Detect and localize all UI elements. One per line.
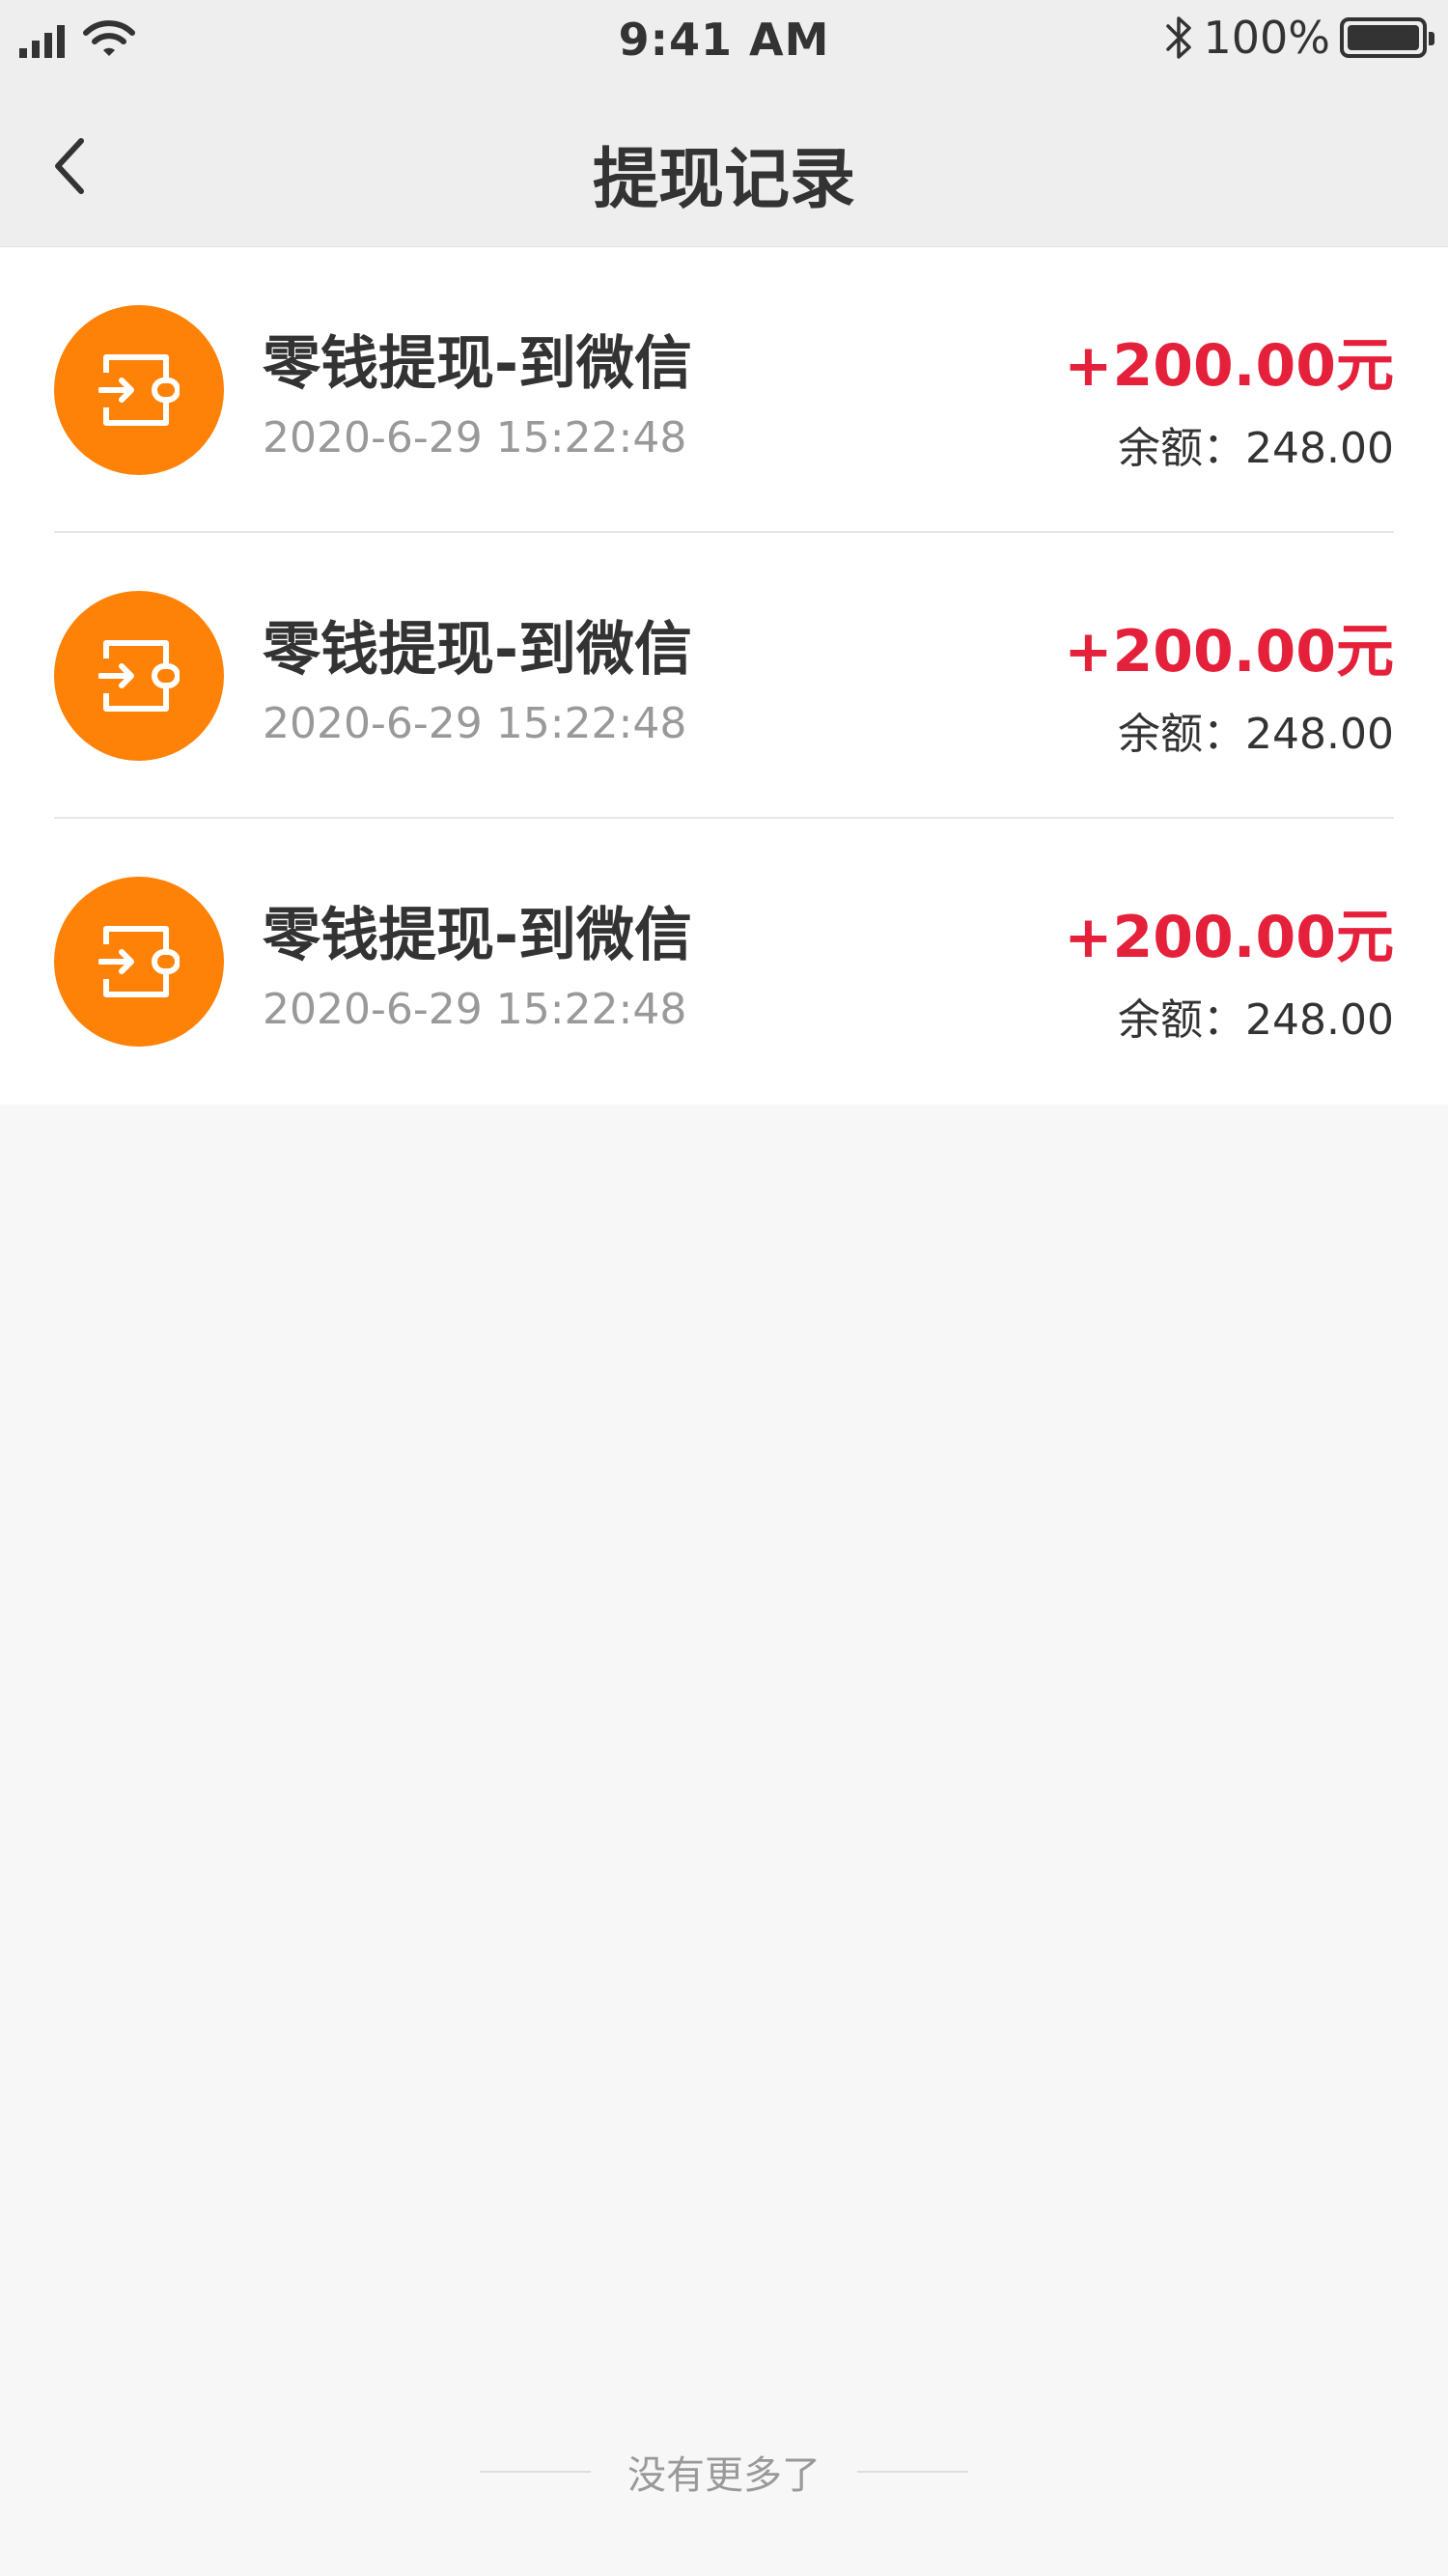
battery-icon [1340, 17, 1434, 58]
record-title: 零钱提现-到微信 [263, 330, 692, 398]
withdraw-glyph-icon [98, 926, 180, 997]
status-bar: 9:41 AM 100% [0, 0, 1448, 85]
record-time: 2020-6-29 15:22:48 [263, 413, 687, 462]
record-title: 零钱提现-到微信 [263, 902, 692, 969]
footer-divider-right [857, 2471, 968, 2473]
withdraw-glyph-icon [98, 640, 180, 712]
record-balance: 余额：248.00 [1118, 710, 1394, 759]
list-item[interactable]: 零钱提现-到微信 2020-6-29 15:22:48 +200.00元 余额：… [0, 533, 1448, 819]
nav-bar: 提现记录 [0, 85, 1448, 247]
withdraw-glyph-icon [98, 354, 180, 426]
withdraw-icon [54, 591, 224, 761]
record-title: 零钱提现-到微信 [263, 616, 692, 684]
record-amount: +200.00元 [1064, 618, 1394, 686]
record-list: 零钱提现-到微信 2020-6-29 15:22:48 +200.00元 余额：… [0, 247, 1448, 1105]
list-item[interactable]: 零钱提现-到微信 2020-6-29 15:22:48 +200.00元 余额：… [0, 247, 1448, 533]
withdraw-icon [54, 877, 224, 1047]
status-right: 100% [1164, 12, 1434, 64]
bluetooth-icon [1166, 16, 1192, 59]
record-amount: +200.00元 [1064, 904, 1394, 971]
withdraw-icon [54, 305, 224, 475]
record-time: 2020-6-29 15:22:48 [263, 699, 687, 748]
list-end-footer: 没有更多了 [0, 2443, 1448, 2501]
record-balance: 余额：248.00 [1118, 424, 1394, 473]
record-amount: +200.00元 [1064, 332, 1394, 400]
battery-percent: 100% [1203, 12, 1330, 64]
no-more-text: 没有更多了 [627, 2453, 821, 2498]
list-item[interactable]: 零钱提现-到微信 2020-6-29 15:22:48 +200.00元 余额：… [0, 819, 1448, 1105]
battery-fill [1348, 25, 1419, 50]
footer-divider-left [480, 2471, 591, 2473]
withdrawal-records-page: 9:41 AM 100% 提现记录 零钱提现-到微信 2020-6-29 15:… [0, 0, 1448, 2576]
record-balance: 余额：248.00 [1118, 995, 1394, 1045]
page-title: 提现记录 [592, 142, 855, 218]
record-time: 2020-6-29 15:22:48 [263, 985, 687, 1034]
